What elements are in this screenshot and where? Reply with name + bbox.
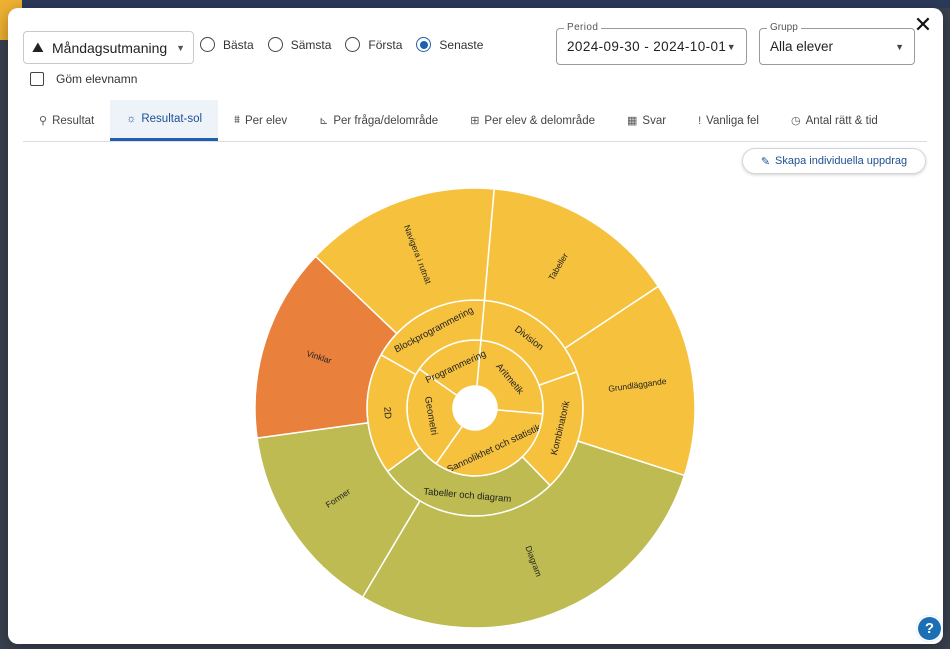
results-dialog: ✕ ⛰ Måndagsutmaning ▼ Bästa Sämsta Först…	[8, 8, 943, 644]
sunburst-center	[453, 386, 497, 430]
sunburst-chart: AritmetikSannolikhet och statistikGeomet…	[254, 187, 696, 629]
help-icon[interactable]: ?	[916, 615, 943, 642]
sunburst-label: 2D	[381, 407, 393, 420]
background-app-bar	[0, 0, 950, 40]
